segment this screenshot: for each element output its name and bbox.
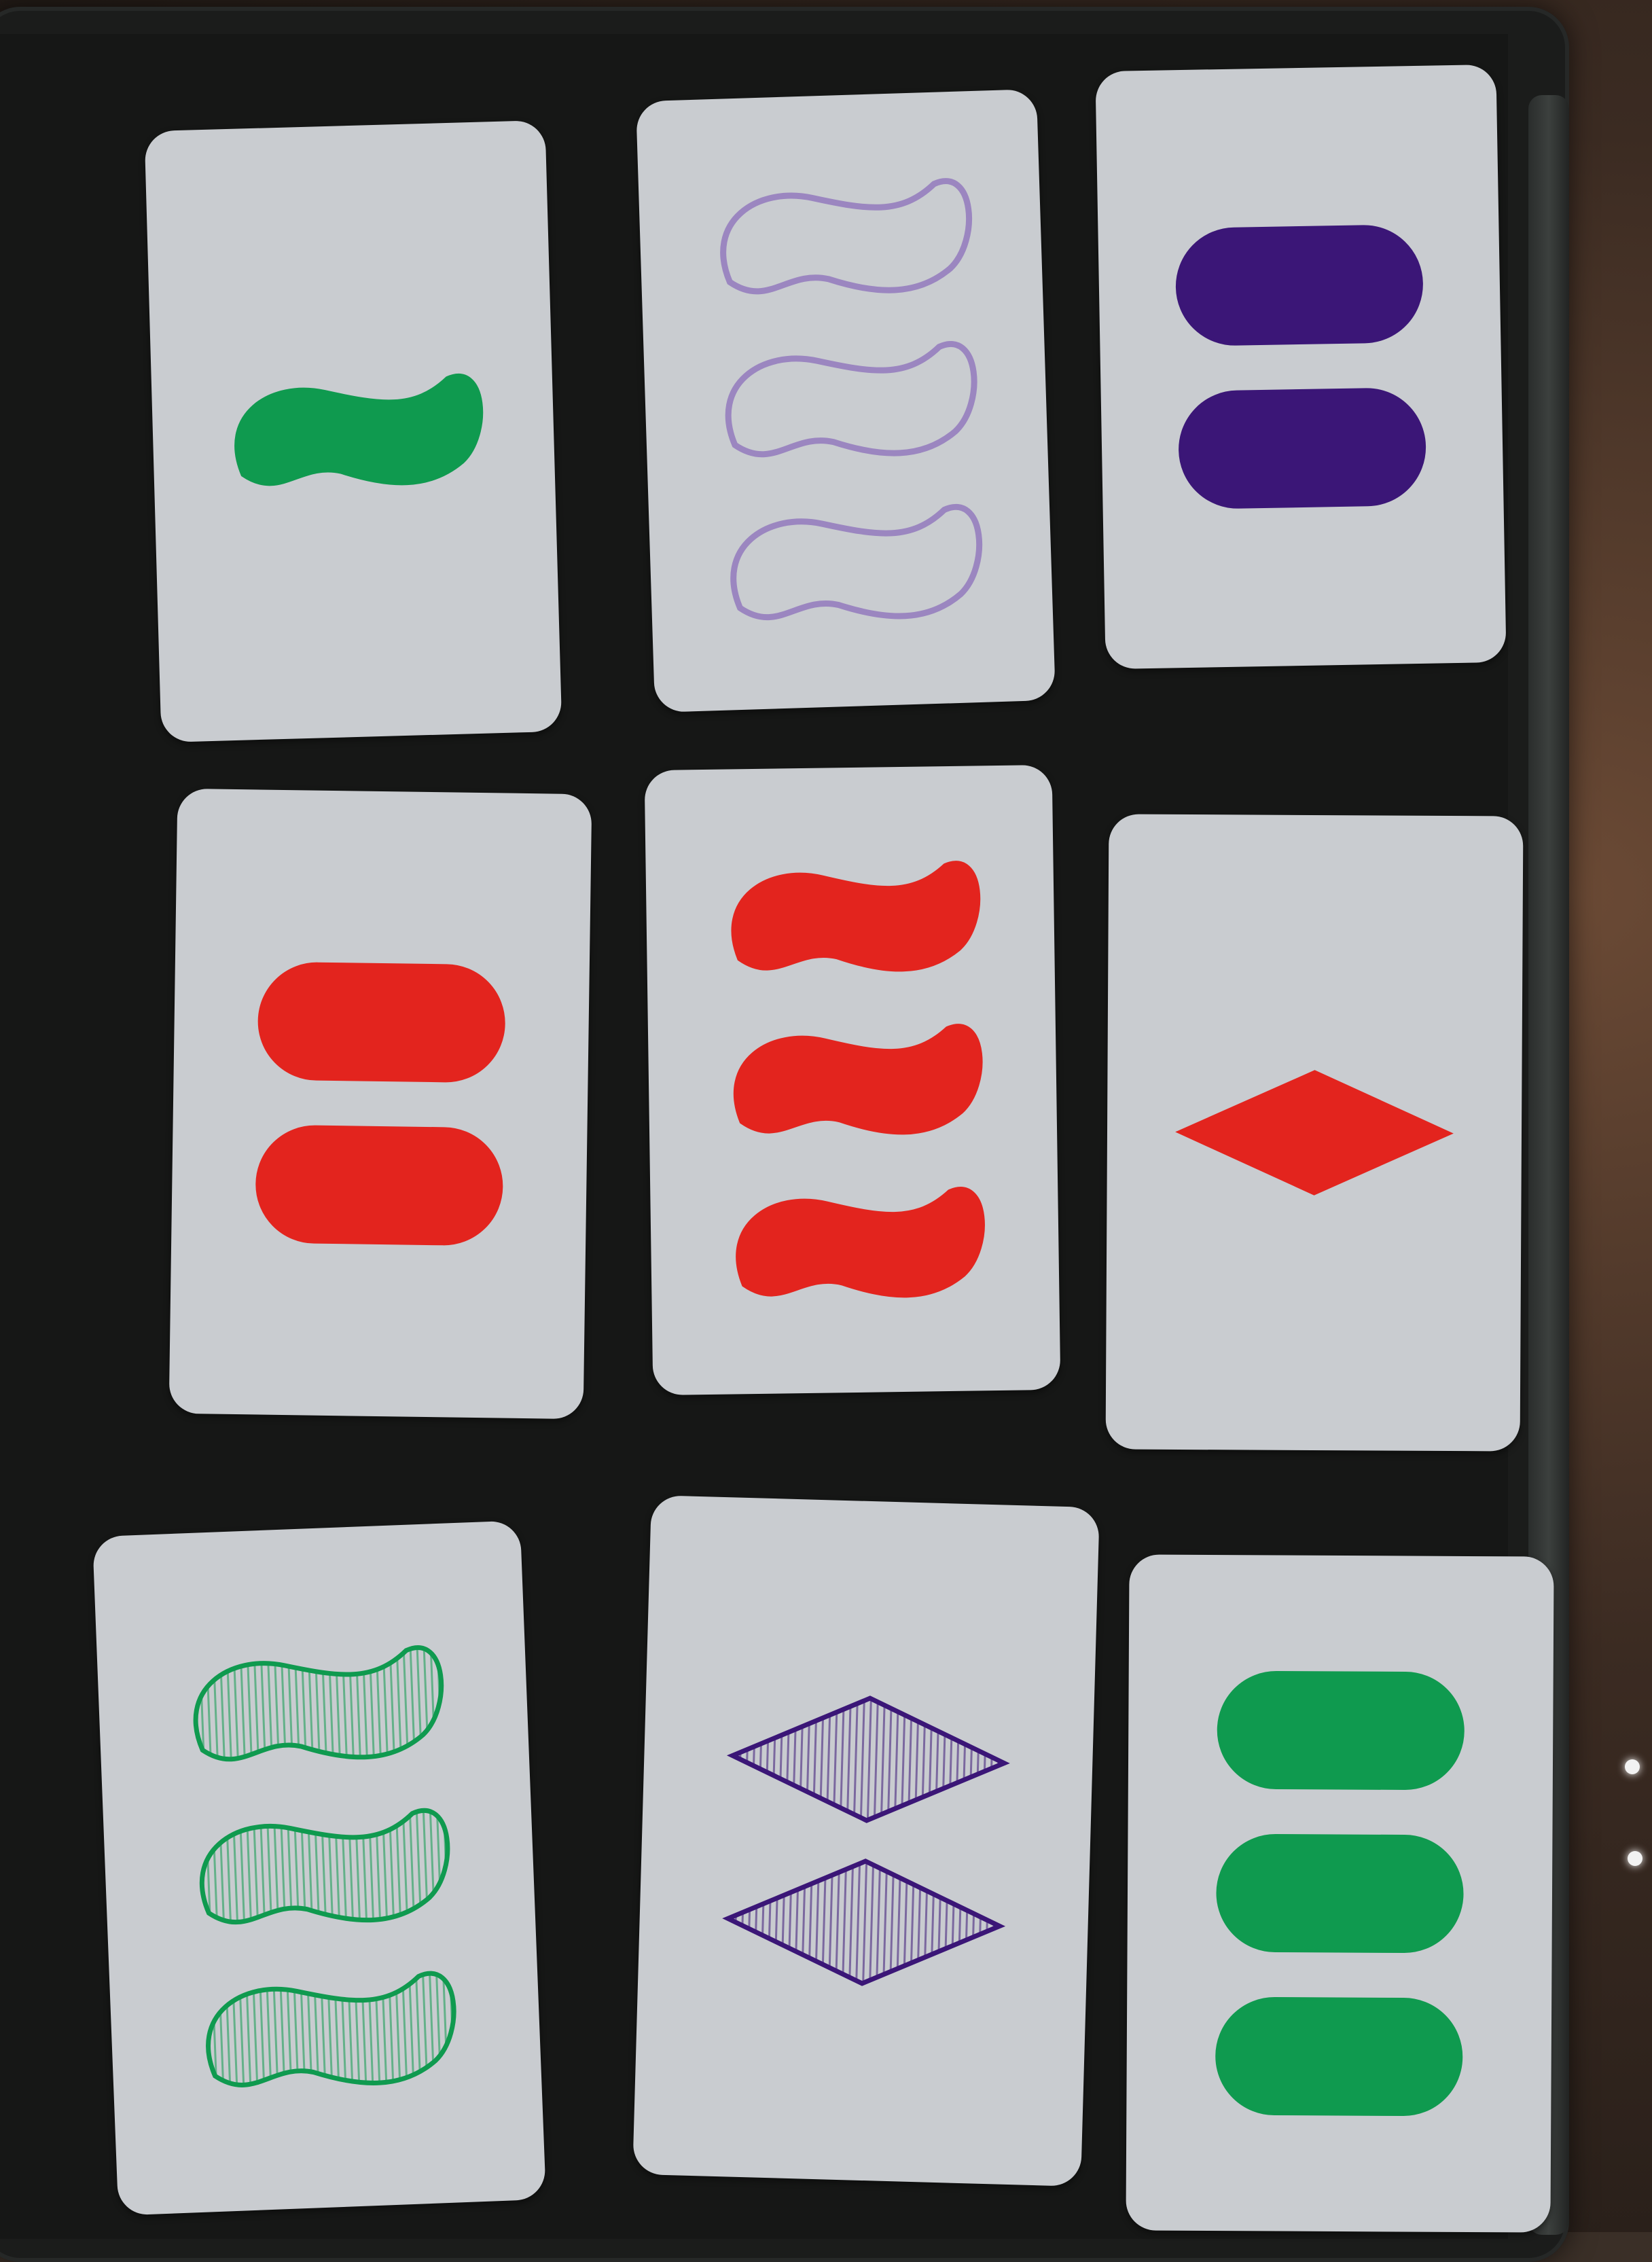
oval-symbol xyxy=(1175,225,1423,346)
set-card[interactable] xyxy=(1126,1554,1554,2233)
oval-symbol xyxy=(257,962,505,1083)
squiggle-symbol xyxy=(193,1645,444,1762)
set-card[interactable] xyxy=(1095,64,1507,670)
oval-symbol xyxy=(1215,1996,1463,2116)
set-card[interactable] xyxy=(1105,814,1524,1452)
photo-background xyxy=(0,0,1652,2262)
oval-symbol xyxy=(1216,1834,1464,1953)
diamond-symbol xyxy=(726,1695,1010,1823)
squiggle-symbol xyxy=(720,178,972,295)
squiggle-symbol xyxy=(234,374,484,486)
set-card[interactable] xyxy=(632,1494,1100,2187)
squiggle-symbol xyxy=(731,861,981,972)
indicator-light xyxy=(1625,1759,1640,1774)
oval-symbol xyxy=(1179,388,1426,509)
diamond-symbol xyxy=(1175,1070,1454,1196)
set-card[interactable] xyxy=(92,1520,546,2216)
squiggle-symbol xyxy=(736,1187,985,1298)
diamond-symbol xyxy=(722,1859,1006,1986)
set-card[interactable] xyxy=(144,120,562,743)
oval-symbol xyxy=(255,1125,503,1246)
squiggle-symbol xyxy=(733,1024,983,1135)
oval-symbol xyxy=(1217,1671,1465,1791)
squiggle-symbol xyxy=(725,341,977,458)
squiggle-symbol xyxy=(730,503,983,621)
squiggle-symbol xyxy=(206,1971,456,2087)
set-card[interactable] xyxy=(644,764,1061,1396)
set-card[interactable] xyxy=(168,788,592,1420)
set-card[interactable] xyxy=(636,88,1056,713)
indicator-light xyxy=(1628,1851,1642,1866)
squiggle-symbol xyxy=(199,1808,450,1925)
